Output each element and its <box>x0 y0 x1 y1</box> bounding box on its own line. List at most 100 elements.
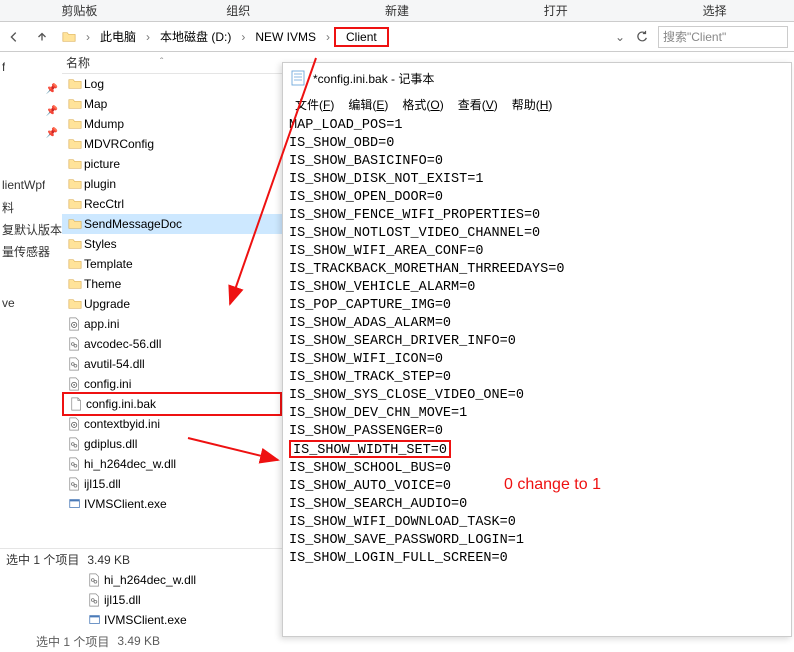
ribbon-tab-organize[interactable]: 组织 <box>159 0 318 21</box>
notepad-line: IS_TRACKBACK_MORETHAN_THRREEDAYS=0 <box>289 261 785 279</box>
address-bar: › 此电脑 › 本地磁盘 (D:) › NEW IVMS › Client ⌄ … <box>0 22 794 52</box>
folder-icon <box>67 197 83 211</box>
file-name: avutil-54.dll <box>84 357 145 371</box>
file-name: MDVRConfig <box>84 137 154 151</box>
file-row[interactable]: Map <box>62 94 282 114</box>
file-row[interactable]: gdiplus.dll <box>62 434 282 454</box>
ribbon-tab-new[interactable]: 新建 <box>318 0 477 21</box>
column-header-label: 名称 <box>66 54 90 71</box>
folder-icon <box>67 217 83 231</box>
file-row[interactable]: MDVRConfig <box>62 134 282 154</box>
notepad-line: IS_SHOW_WIFI_DOWNLOAD_TASK=0 <box>289 514 785 532</box>
ini-icon <box>68 376 82 392</box>
file-name: gdiplus.dll <box>84 437 137 451</box>
file-row[interactable]: RecCtrl <box>62 194 282 214</box>
folder-icon <box>67 137 83 151</box>
notepad-line: IS_SHOW_WIFI_ICON=0 <box>289 351 785 369</box>
file-row[interactable]: hi_h264dec_w.dll <box>82 570 282 590</box>
breadcrumb-newivms[interactable]: NEW IVMS <box>249 27 322 47</box>
sidebar-item[interactable]: f <box>0 56 62 78</box>
sidebar-item[interactable]: 📌 <box>0 78 62 100</box>
notepad-line: IS_SHOW_OPEN_DOOR=0 <box>289 189 785 207</box>
notepad-title: *config.ini.bak - 记事本 <box>313 70 434 87</box>
file-name: Theme <box>84 277 121 291</box>
sort-caret-icon: ˆ <box>160 57 163 68</box>
file-name: Upgrade <box>84 297 130 311</box>
notepad-menu-item[interactable]: 查看(V) <box>452 94 504 115</box>
breadcrumb-thispc[interactable]: 此电脑 <box>94 25 142 48</box>
breadcrumb-sep-icon: › <box>142 30 154 44</box>
notepad-menu-item[interactable]: 格式(O) <box>396 94 449 115</box>
breadcrumb-client[interactable]: Client <box>334 27 389 47</box>
notepad-line: IS_SHOW_PASSENGER=0 <box>289 423 785 441</box>
file-row[interactable]: config.ini.bak <box>62 392 282 416</box>
file-row[interactable]: IVMSClient.exe <box>62 494 282 514</box>
notepad-menu-item[interactable]: 帮助(H) <box>506 94 559 115</box>
file-name: RecCtrl <box>84 197 124 211</box>
file-name: contextbyid.ini <box>84 417 160 431</box>
search-input[interactable]: 搜索"Client" <box>658 26 788 48</box>
file-row[interactable]: avcodec-56.dll <box>62 334 282 354</box>
dll-icon <box>68 456 82 472</box>
file-row[interactable]: app.ini <box>62 314 282 334</box>
file-row[interactable]: Template <box>62 254 282 274</box>
sidebar-item[interactable]: ve <box>0 292 62 314</box>
status-selection: 选中 1 个项目 <box>6 551 79 568</box>
notepad-line: IS_SHOW_BASICINFO=0 <box>289 153 785 171</box>
breadcrumb-drive-d[interactable]: 本地磁盘 (D:) <box>154 25 237 48</box>
notepad-line: IS_SHOW_ADAS_ALARM=0 <box>289 315 785 333</box>
dll-icon <box>68 336 82 352</box>
breadcrumb-sep-icon: › <box>237 30 249 44</box>
file-row[interactable]: Theme <box>62 274 282 294</box>
file-name: plugin <box>84 177 116 191</box>
sidebar-item[interactable]: 量传感器 <box>0 240 62 262</box>
notepad-line: IS_SHOW_OBD=0 <box>289 135 785 153</box>
dll-icon <box>88 592 102 608</box>
file-row[interactable]: Log <box>62 74 282 94</box>
file-row[interactable]: hi_h264dec_w.dll <box>62 454 282 474</box>
ribbon-tab-select[interactable]: 选择 <box>635 0 794 21</box>
folder-icon <box>67 277 83 291</box>
file-name: Mdump <box>84 117 124 131</box>
nav-back-button[interactable] <box>2 25 26 49</box>
file-row[interactable]: IVMSClient.exe <box>82 610 282 630</box>
dll-icon <box>88 572 102 588</box>
file-row[interactable]: Styles <box>62 234 282 254</box>
file-row[interactable]: ijl15.dll <box>62 474 282 494</box>
notepad-titlebar[interactable]: *config.ini.bak - 记事本 <box>283 63 791 93</box>
folder-icon <box>60 30 78 44</box>
breadcrumb-sep-icon: › <box>82 30 94 44</box>
file-row[interactable]: Upgrade <box>62 294 282 314</box>
nav-up-button[interactable] <box>30 25 54 49</box>
ribbon-tab-open[interactable]: 打开 <box>476 0 635 21</box>
refresh-button[interactable] <box>630 25 654 49</box>
column-header-name[interactable]: 名称 ˆ <box>62 52 282 74</box>
notepad-body[interactable]: MAP_LOAD_POS=1IS_SHOW_OBD=0IS_SHOW_BASIC… <box>283 115 791 570</box>
notepad-menu-item[interactable]: 编辑(E) <box>342 94 394 115</box>
notepad-line: IS_SHOW_VEHICLE_ALARM=0 <box>289 279 785 297</box>
address-dropdown-icon[interactable]: ⌄ <box>610 30 630 44</box>
file-row[interactable]: Mdump <box>62 114 282 134</box>
file-row[interactable]: avutil-54.dll <box>62 354 282 374</box>
pin-icon: 📌 <box>46 84 58 95</box>
file-name: ijl15.dll <box>84 477 121 491</box>
file-name: avcodec-56.dll <box>84 337 161 351</box>
file-row[interactable]: picture <box>62 154 282 174</box>
file-row[interactable]: SendMessageDoc <box>62 214 282 234</box>
notepad-menu-item[interactable]: 文件(F) <box>289 94 340 115</box>
sidebar-item[interactable]: lientWpf <box>0 174 62 196</box>
file-row[interactable]: ijl15.dll <box>82 590 282 610</box>
file-row[interactable]: plugin <box>62 174 282 194</box>
sidebar-item[interactable]: 📌 <box>0 100 62 122</box>
sidebar-item[interactable]: 料 <box>0 196 62 218</box>
sidebar-item[interactable]: 复默认版本 <box>0 218 62 240</box>
file-row[interactable]: contextbyid.ini <box>62 414 282 434</box>
notepad-menubar: 文件(F)编辑(E)格式(O)查看(V)帮助(H) <box>283 93 791 115</box>
status-size: 3.49 KB <box>87 553 130 567</box>
sidebar-item[interactable]: 📌 <box>0 122 62 144</box>
exe-icon <box>88 612 102 628</box>
file-name: picture <box>84 157 120 171</box>
file-row[interactable]: config.ini <box>62 374 282 394</box>
ribbon-tab-clipboard[interactable]: 剪贴板 <box>0 0 159 21</box>
file-name: Template <box>84 257 133 271</box>
